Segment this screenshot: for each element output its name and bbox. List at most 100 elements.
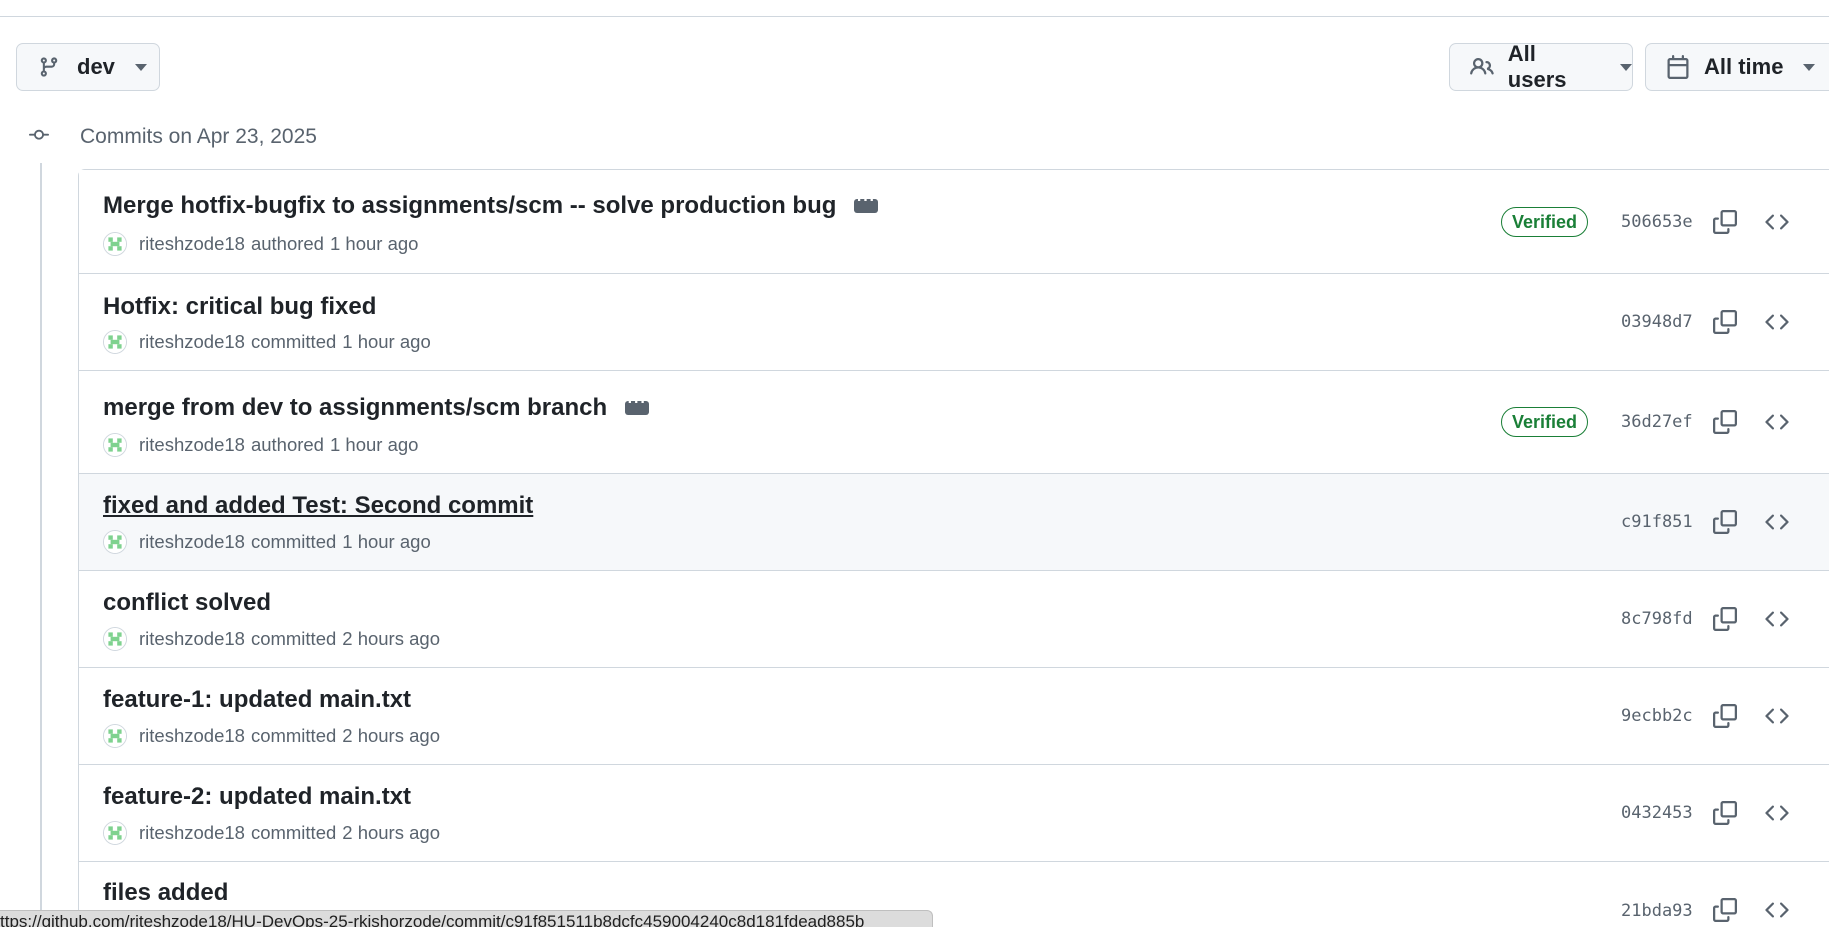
commit-sha-link[interactable]: 9ecbb2c (1621, 706, 1693, 726)
commit-meta: riteshzode18 committed 2 hours ago (103, 821, 440, 845)
commit-meta: riteshzode18 committed 1 hour ago (103, 330, 431, 354)
commit-title-link[interactable]: conflict solved (103, 589, 271, 617)
avatar[interactable] (103, 627, 127, 651)
avatar[interactable] (103, 724, 127, 748)
browse-code-button[interactable] (1761, 406, 1793, 438)
verified-badge[interactable]: Verified (1501, 207, 1589, 237)
copy-icon (1713, 310, 1737, 334)
avatar[interactable] (103, 232, 127, 256)
commit-sha-link[interactable]: 0432453 (1621, 803, 1693, 823)
commit-group-heading: Commits on Apr 23, 2025 (26, 124, 317, 150)
commit-meta: riteshzode18 committed 2 hours ago (103, 724, 440, 748)
time-filter-button[interactable]: All time (1645, 43, 1829, 91)
commit-action: committed (250, 628, 337, 649)
browse-code-button[interactable] (1761, 894, 1793, 926)
code-icon (1765, 708, 1789, 724)
code-icon (1765, 514, 1789, 530)
avatar[interactable] (103, 821, 127, 845)
commit-sha-link[interactable]: 506653e (1621, 212, 1693, 232)
git-commit-icon (26, 125, 52, 150)
timeline-line (40, 163, 42, 927)
browse-code-button[interactable] (1761, 306, 1793, 338)
commit-row: feature-1: updated main.txt riteshzode18… (79, 668, 1829, 765)
copy-sha-button[interactable] (1709, 306, 1741, 338)
commit-sha-link[interactable]: 03948d7 (1621, 312, 1693, 332)
commit-sha-link[interactable]: 36d27ef (1621, 412, 1693, 432)
commit-author-link[interactable]: riteshzode18 (139, 331, 245, 353)
code-icon (1765, 902, 1789, 918)
commit-action: authored (250, 434, 324, 455)
branch-label: dev (77, 54, 115, 79)
commit-title-link[interactable]: files added (103, 879, 228, 907)
commit-title[interactable]: Merge hotfix-bugfix to assignments/scm -… (103, 192, 836, 220)
copy-icon (1713, 210, 1737, 234)
status-bar-url: ttps://github.com/riteshzode18/HU-DevOps… (0, 910, 933, 927)
commit-author-link[interactable]: riteshzode18 (139, 434, 245, 456)
commit-time[interactable]: 2 hours ago (342, 725, 440, 747)
commit-author-link[interactable]: riteshzode18 (139, 233, 245, 255)
commit-time[interactable]: 1 hour ago (342, 531, 430, 553)
copy-sha-button[interactable] (1709, 406, 1741, 438)
avatar[interactable] (103, 530, 127, 554)
commit-time[interactable]: 1 hour ago (330, 233, 418, 255)
commit-title[interactable]: feature-1: updated main.txt (103, 686, 411, 714)
calendar-icon (1664, 53, 1692, 81)
commit-author-link[interactable]: riteshzode18 (139, 725, 245, 747)
commit-list: Merge hotfix-bugfix to assignments/scm -… (78, 169, 1829, 927)
commit-time[interactable]: 1 hour ago (342, 331, 430, 353)
commit-author-link[interactable]: riteshzode18 (139, 628, 245, 650)
commit-sha-link[interactable]: 8c798fd (1621, 609, 1693, 629)
copy-sha-button[interactable] (1709, 206, 1741, 238)
copy-sha-button[interactable] (1709, 797, 1741, 829)
git-branch-icon (35, 53, 63, 81)
commit-sha-link[interactable]: 21bda93 (1621, 901, 1693, 921)
verified-badge[interactable]: Verified (1501, 407, 1589, 437)
users-filter-label: All users (1507, 41, 1567, 92)
browse-code-button[interactable] (1761, 206, 1793, 238)
time-filter-label: All time (1704, 54, 1784, 79)
code-icon (1765, 414, 1789, 430)
commit-action: committed (250, 725, 337, 746)
commit-title-link[interactable]: feature-2: updated main.txt (103, 783, 411, 811)
copy-icon (1713, 510, 1737, 534)
commit-time[interactable]: 2 hours ago (342, 628, 440, 650)
copy-sha-button[interactable] (1709, 603, 1741, 635)
avatar[interactable] (103, 330, 127, 354)
commit-row: feature-2: updated main.txt riteshzode18… (79, 765, 1829, 862)
commit-title-link[interactable]: fixed and added Test: Second commit (103, 492, 533, 520)
browse-code-button[interactable] (1761, 506, 1793, 538)
commit-title-link[interactable]: Merge hotfix-bugfix to assignments/scm -… (103, 192, 883, 220)
commit-title[interactable]: feature-2: updated main.txt (103, 783, 411, 811)
commit-time[interactable]: 2 hours ago (342, 822, 440, 844)
commit-author-link[interactable]: riteshzode18 (139, 822, 245, 844)
commit-title-link[interactable]: feature-1: updated main.txt (103, 686, 411, 714)
browse-code-button[interactable] (1761, 700, 1793, 732)
commit-sha-link[interactable]: c91f851 (1621, 512, 1693, 532)
commit-title[interactable]: files added (103, 879, 228, 907)
expand-message-button[interactable] (621, 394, 654, 421)
commit-meta: riteshzode18 authored 1 hour ago (103, 232, 418, 256)
copy-icon (1713, 801, 1737, 825)
commit-title[interactable]: merge from dev to assignments/scm branch (103, 394, 607, 422)
copy-sha-button[interactable] (1709, 894, 1741, 926)
ellipsis-icon (625, 394, 650, 415)
people-icon (1468, 53, 1496, 81)
chevron-down-icon (1620, 63, 1632, 71)
commit-author-link[interactable]: riteshzode18 (139, 531, 245, 553)
commit-title-link[interactable]: merge from dev to assignments/scm branch (103, 394, 654, 422)
expand-message-button[interactable] (850, 192, 883, 219)
commit-title[interactable]: conflict solved (103, 589, 271, 617)
browse-code-button[interactable] (1761, 603, 1793, 635)
code-icon (1765, 805, 1789, 821)
copy-sha-button[interactable] (1709, 700, 1741, 732)
commit-time[interactable]: 1 hour ago (330, 434, 418, 456)
browse-code-button[interactable] (1761, 797, 1793, 829)
copy-sha-button[interactable] (1709, 506, 1741, 538)
avatar[interactable] (103, 433, 127, 457)
copy-icon (1713, 704, 1737, 728)
commit-title[interactable]: Hotfix: critical bug fixed (103, 293, 376, 321)
commit-title[interactable]: fixed and added Test: Second commit (103, 492, 533, 520)
users-filter-button[interactable]: All users (1449, 41, 1633, 92)
branch-select-button[interactable]: dev (16, 43, 160, 91)
commit-title-link[interactable]: Hotfix: critical bug fixed (103, 293, 376, 321)
